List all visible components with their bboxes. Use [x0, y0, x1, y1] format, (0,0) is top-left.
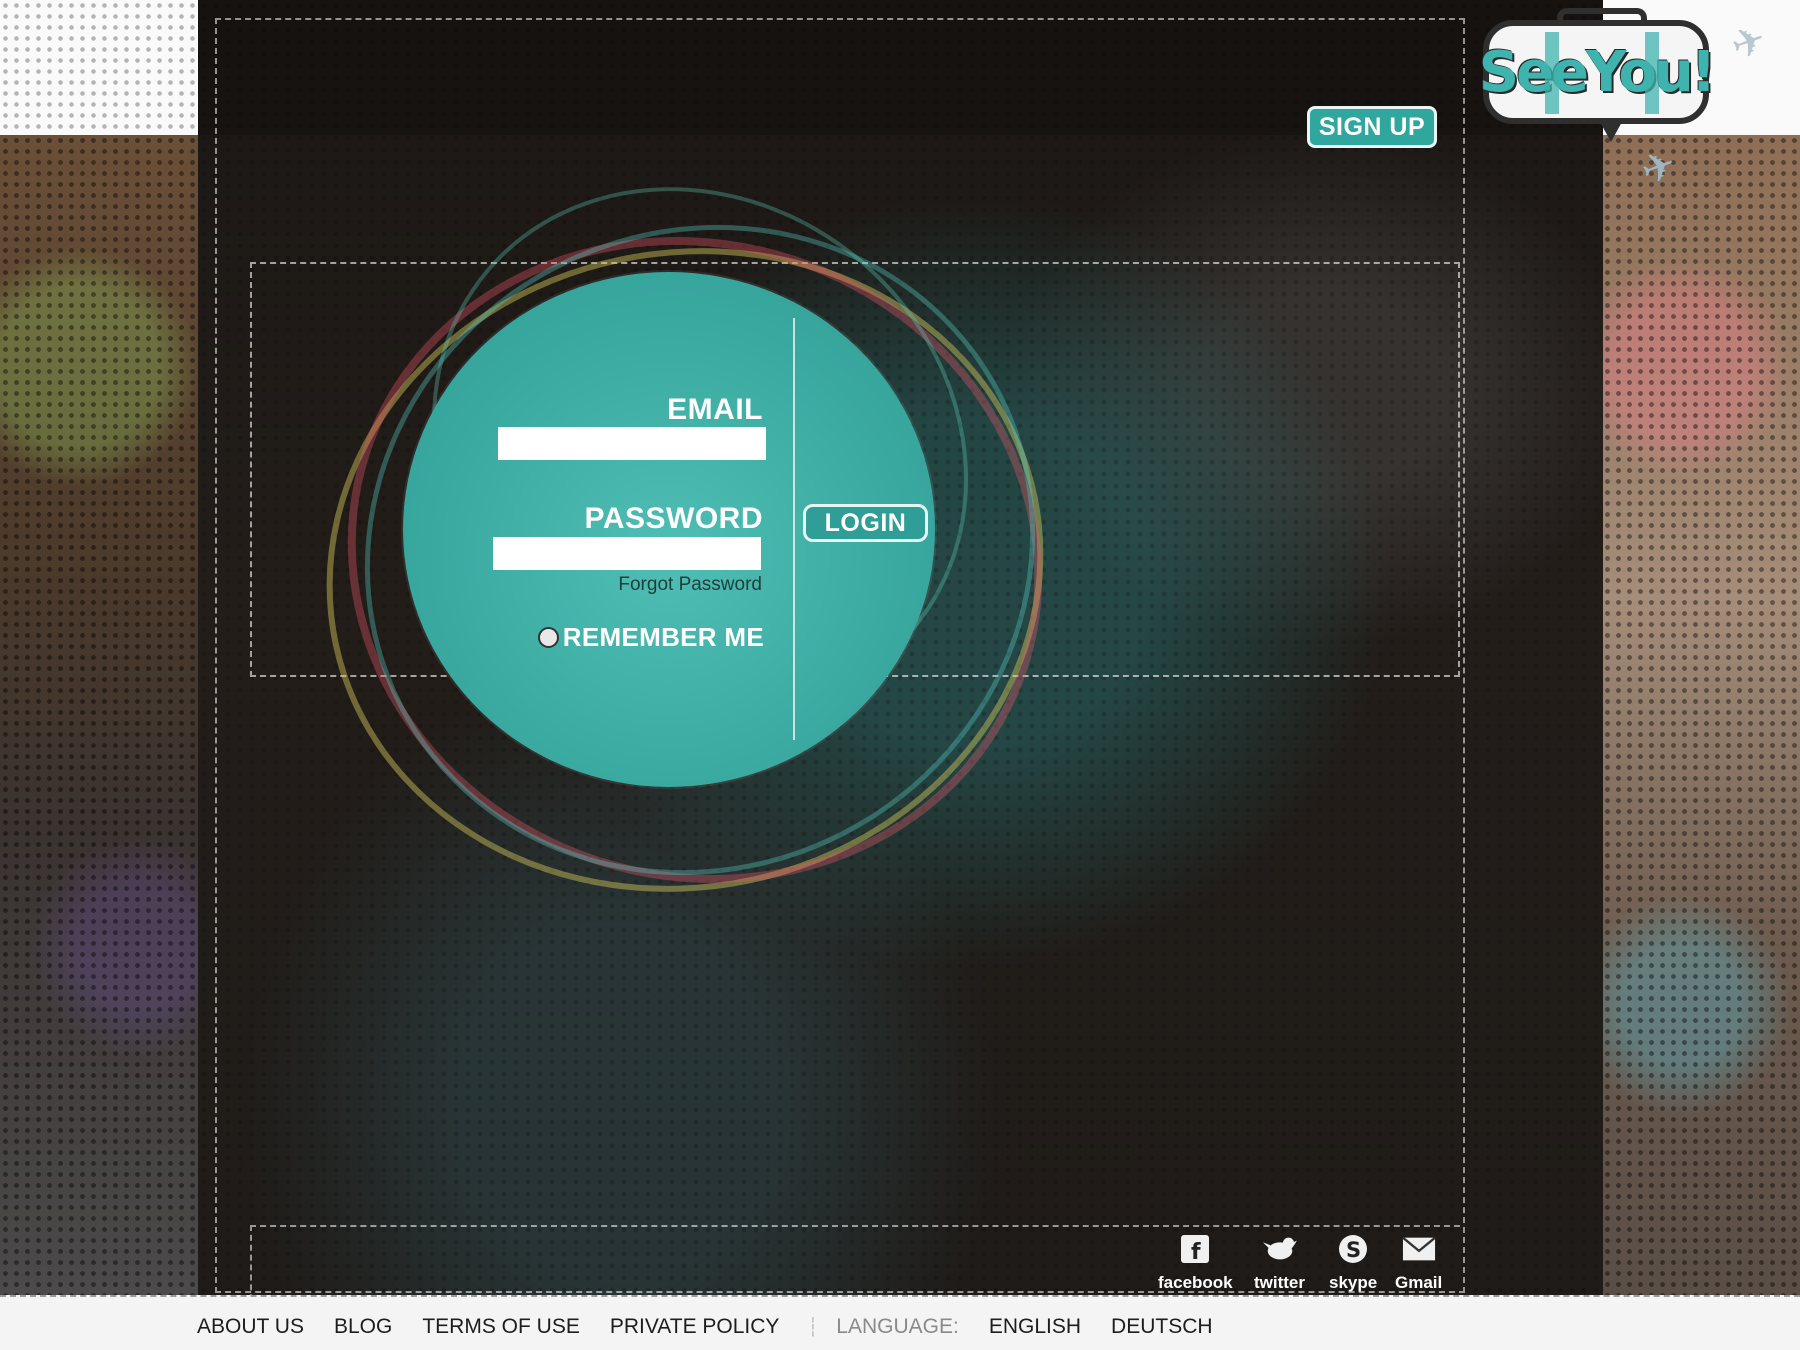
- mail-icon: [1401, 1233, 1436, 1265]
- social-label: skype: [1329, 1273, 1378, 1292]
- dot-map-pattern: [1602, 135, 1800, 1295]
- social-label: facebook: [1158, 1273, 1233, 1292]
- forgot-password-link[interactable]: Forgot Password: [564, 574, 762, 596]
- twitter-icon: [1262, 1233, 1297, 1265]
- footer-separator: ┆: [807, 1316, 819, 1337]
- left-background-texture: [0, 135, 198, 1295]
- footer-link-terms[interactable]: TERMS OF USE: [422, 1315, 580, 1339]
- password-label: PASSWORD: [584, 502, 763, 535]
- svg-text:f: f: [1191, 1240, 1201, 1264]
- right-background-texture: ✈: [1602, 135, 1800, 1295]
- seeyou-logo[interactable]: SeeYou!: [1479, 8, 1716, 142]
- facebook-icon: f: [1178, 1233, 1212, 1265]
- email-label: EMAIL: [667, 393, 763, 426]
- social-gmail[interactable]: Gmail: [1395, 1233, 1442, 1293]
- language-label: LANGUAGE:: [836, 1315, 959, 1338]
- suitcase-handle: [1557, 8, 1647, 26]
- remember-me-radio[interactable]: [537, 627, 559, 648]
- password-field[interactable]: [493, 537, 761, 570]
- social-twitter[interactable]: twitter: [1254, 1233, 1305, 1293]
- svg-text:S: S: [1346, 1238, 1361, 1262]
- remember-me-option[interactable]: REMEMBER ME: [532, 622, 764, 653]
- social-facebook[interactable]: f facebook: [1158, 1233, 1233, 1293]
- social-skype[interactable]: S skype: [1329, 1233, 1377, 1293]
- login-divider: [793, 318, 795, 740]
- skype-icon: S: [1336, 1233, 1370, 1265]
- footer: ABOUT US BLOG TERMS OF USE PRIVATE POLIC…: [0, 1295, 1800, 1350]
- dot-map-pattern: [0, 0, 198, 135]
- social-label: twitter: [1254, 1273, 1305, 1292]
- top-left-decoration: [0, 0, 198, 135]
- suitcase-strap: [1645, 32, 1659, 114]
- footer-nav: ABOUT US BLOG TERMS OF USE PRIVATE POLIC…: [197, 1315, 1243, 1339]
- footer-link-blog[interactable]: BLOG: [334, 1315, 392, 1339]
- social-label: Gmail: [1395, 1273, 1443, 1292]
- footer-link-about[interactable]: ABOUT US: [197, 1315, 304, 1339]
- language-english[interactable]: ENGLISH: [989, 1315, 1081, 1339]
- logo-text: SeeYou!: [1478, 39, 1717, 105]
- login-page: ✈ ✈ SeeYou! SIGN UP EMAIL PASSWORD Forgo…: [0, 0, 1800, 1350]
- suitcase-strap: [1545, 32, 1559, 114]
- login-button[interactable]: LOGIN: [803, 504, 928, 542]
- email-field[interactable]: [498, 427, 766, 460]
- airplane-icon: ✈: [1725, 16, 1773, 70]
- remember-me-label: REMEMBER ME: [562, 622, 764, 652]
- signup-button[interactable]: SIGN UP: [1307, 106, 1437, 148]
- footer-link-privacy[interactable]: PRIVATE POLICY: [610, 1315, 780, 1339]
- language-deutsch[interactable]: DEUTSCH: [1111, 1315, 1213, 1339]
- dot-map-pattern: [0, 135, 198, 1295]
